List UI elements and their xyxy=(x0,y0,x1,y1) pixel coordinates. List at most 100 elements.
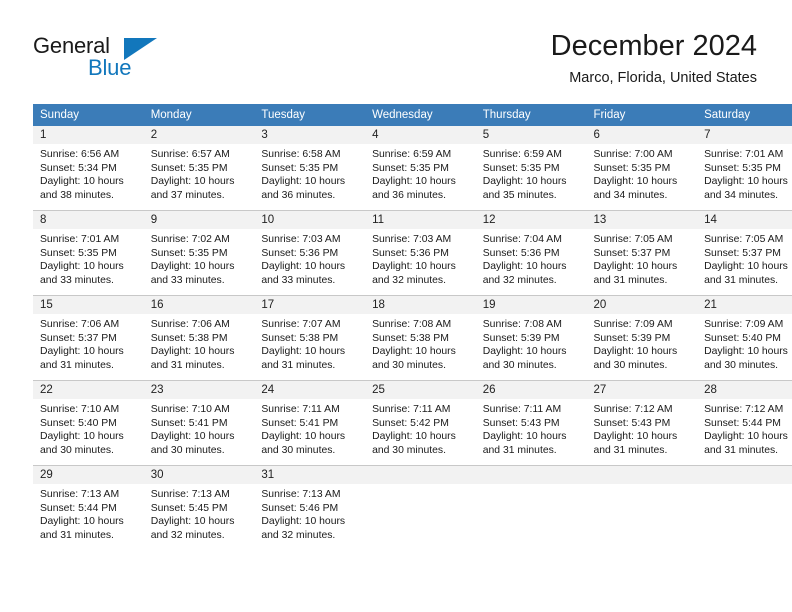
calendar-table: Sunday Monday Tuesday Wednesday Thursday… xyxy=(33,104,792,550)
sunrise-text: Sunrise: 7:11 AM xyxy=(372,404,451,415)
day-cell[interactable]: 20 Sunrise: 7:09 AM Sunset: 5:39 PM Dayl… xyxy=(586,295,698,381)
daylight-text-1: Daylight: 10 hours xyxy=(593,261,678,273)
daylight-text-2: and 36 minutes. xyxy=(372,189,446,201)
daylight-text-2: and 33 minutes. xyxy=(261,274,336,286)
day-cell[interactable]: 26 Sunrise: 7:11 AM Sunset: 5:43 PM Dayl… xyxy=(475,380,587,466)
calendar-week-row: 1 Sunrise: 6:56 AM Sunset: 5:34 PM Dayli… xyxy=(33,126,792,211)
calendar-week-row: 15 Sunrise: 7:06 AM Sunset: 5:37 PM Dayl… xyxy=(33,295,792,381)
weekday-header-wednesday: Wednesday xyxy=(365,104,476,126)
daylight-text-1: Daylight: 10 hours xyxy=(593,176,678,188)
general-blue-logo[interactable]: General Blue xyxy=(33,34,213,84)
day-cell[interactable]: 16 Sunrise: 7:06 AM Sunset: 5:38 PM Dayl… xyxy=(143,295,255,381)
day-details: Sunrise: 7:10 AM Sunset: 5:41 PM Dayligh… xyxy=(144,399,255,457)
day-cell[interactable]: 22 Sunrise: 7:10 AM Sunset: 5:40 PM Dayl… xyxy=(33,380,144,466)
daylight-text-2: and 31 minutes. xyxy=(704,274,779,286)
day-details: Sunrise: 7:08 AM Sunset: 5:38 PM Dayligh… xyxy=(365,314,476,372)
day-cell[interactable]: 18 Sunrise: 7:08 AM Sunset: 5:38 PM Dayl… xyxy=(365,295,476,381)
day-details: Sunrise: 7:11 AM Sunset: 5:41 PM Dayligh… xyxy=(254,399,365,457)
sunrise-text: Sunrise: 6:58 AM xyxy=(261,149,341,160)
sunset-text: Sunset: 5:37 PM xyxy=(704,247,781,259)
day-cell[interactable]: 25 Sunrise: 7:11 AM Sunset: 5:42 PM Dayl… xyxy=(365,380,476,466)
daylight-text-1: Daylight: 10 hours xyxy=(40,516,124,528)
calendar-header-row: Sunday Monday Tuesday Wednesday Thursday… xyxy=(33,104,792,126)
day-cell[interactable]: 21 Sunrise: 7:09 AM Sunset: 5:40 PM Dayl… xyxy=(697,295,792,381)
day-details: Sunrise: 7:11 AM Sunset: 5:42 PM Dayligh… xyxy=(365,399,476,457)
day-details: Sunrise: 7:11 AM Sunset: 5:43 PM Dayligh… xyxy=(476,399,587,457)
sunset-text: Sunset: 5:39 PM xyxy=(482,332,560,344)
sunrise-text: Sunrise: 7:11 AM xyxy=(482,404,562,415)
day-cell[interactable]: 27 Sunrise: 7:12 AM Sunset: 5:43 PM Dayl… xyxy=(586,380,698,466)
day-cell[interactable]: 4 Sunrise: 6:59 AM Sunset: 5:35 PM Dayli… xyxy=(365,126,476,211)
day-cell[interactable]: 10 Sunrise: 7:03 AM Sunset: 5:36 PM Dayl… xyxy=(254,210,366,296)
day-cell[interactable]: 11 Sunrise: 7:03 AM Sunset: 5:36 PM Dayl… xyxy=(365,210,476,296)
day-number: 8 xyxy=(33,211,144,229)
day-number xyxy=(475,466,587,484)
day-details: Sunrise: 7:05 AM Sunset: 5:37 PM Dayligh… xyxy=(586,229,697,287)
sunset-text: Sunset: 5:35 PM xyxy=(150,162,228,174)
day-cell[interactable]: 23 Sunrise: 7:10 AM Sunset: 5:41 PM Dayl… xyxy=(143,380,255,466)
day-number: 25 xyxy=(365,381,476,399)
sunrise-text: Sunrise: 7:04 AM xyxy=(482,234,562,245)
day-number: 29 xyxy=(33,466,144,484)
sunset-text: Sunset: 5:35 PM xyxy=(704,162,781,174)
day-cell[interactable]: 14 Sunrise: 7:05 AM Sunset: 5:37 PM Dayl… xyxy=(697,210,792,296)
day-cell[interactable]: 24 Sunrise: 7:11 AM Sunset: 5:41 PM Dayl… xyxy=(254,380,366,466)
daylight-text-1: Daylight: 10 hours xyxy=(40,346,124,358)
day-cell[interactable]: 6 Sunrise: 7:00 AM Sunset: 5:35 PM Dayli… xyxy=(586,126,698,211)
day-cell[interactable]: 12 Sunrise: 7:04 AM Sunset: 5:36 PM Dayl… xyxy=(475,210,587,296)
day-cell[interactable]: 3 Sunrise: 6:58 AM Sunset: 5:35 PM Dayli… xyxy=(254,126,366,211)
daylight-text-2: and 33 minutes. xyxy=(40,274,114,286)
day-cell[interactable]: 15 Sunrise: 7:06 AM Sunset: 5:37 PM Dayl… xyxy=(33,295,144,381)
day-cell[interactable]: 29 Sunrise: 7:13 AM Sunset: 5:44 PM Dayl… xyxy=(33,466,144,551)
sunset-text: Sunset: 5:43 PM xyxy=(593,417,671,429)
day-cell[interactable]: 5 Sunrise: 6:59 AM Sunset: 5:35 PM Dayli… xyxy=(475,126,587,211)
day-details: Sunrise: 7:02 AM Sunset: 5:35 PM Dayligh… xyxy=(144,229,255,287)
page-title: December 2024 xyxy=(550,30,757,62)
day-details: Sunrise: 6:56 AM Sunset: 5:34 PM Dayligh… xyxy=(33,144,144,202)
sunrise-text: Sunrise: 7:01 AM xyxy=(704,149,784,160)
daylight-text-1: Daylight: 10 hours xyxy=(40,431,124,443)
daylight-text-2: and 38 minutes. xyxy=(40,189,114,201)
day-details: Sunrise: 7:13 AM Sunset: 5:44 PM Dayligh… xyxy=(33,484,144,542)
day-number xyxy=(365,466,476,484)
day-number: 14 xyxy=(697,211,792,229)
day-cell[interactable]: 7 Sunrise: 7:01 AM Sunset: 5:35 PM Dayli… xyxy=(697,126,792,211)
day-cell[interactable]: 31 Sunrise: 7:13 AM Sunset: 5:46 PM Dayl… xyxy=(254,466,366,551)
day-cell[interactable]: 1 Sunrise: 6:56 AM Sunset: 5:34 PM Dayli… xyxy=(33,126,144,211)
daylight-text-2: and 31 minutes. xyxy=(482,444,557,456)
day-cell[interactable]: 28 Sunrise: 7:12 AM Sunset: 5:44 PM Dayl… xyxy=(697,380,792,466)
sunset-text: Sunset: 5:35 PM xyxy=(150,247,228,259)
sunrise-text: Sunrise: 7:02 AM xyxy=(150,234,230,245)
weekday-header-tuesday: Tuesday xyxy=(254,104,366,126)
daylight-text-2: and 30 minutes. xyxy=(704,359,779,371)
day-number: 13 xyxy=(586,211,698,229)
day-number: 3 xyxy=(254,126,366,144)
day-cell[interactable]: 30 Sunrise: 7:13 AM Sunset: 5:45 PM Dayl… xyxy=(143,466,255,551)
logo-text-blue: Blue xyxy=(88,55,132,80)
day-cell[interactable]: 13 Sunrise: 7:05 AM Sunset: 5:37 PM Dayl… xyxy=(586,210,698,296)
calendar-grid: Sunday Monday Tuesday Wednesday Thursday… xyxy=(33,104,792,550)
daylight-text-1: Daylight: 10 hours xyxy=(261,176,346,188)
day-number: 4 xyxy=(365,126,476,144)
sunrise-text: Sunrise: 7:10 AM xyxy=(40,404,120,415)
sunrise-text: Sunrise: 7:08 AM xyxy=(372,319,452,330)
calendar-body: 1 Sunrise: 6:56 AM Sunset: 5:34 PM Dayli… xyxy=(33,126,792,550)
day-cell[interactable]: 19 Sunrise: 7:08 AM Sunset: 5:39 PM Dayl… xyxy=(475,295,587,381)
daylight-text-1: Daylight: 10 hours xyxy=(150,176,235,188)
day-details: Sunrise: 7:03 AM Sunset: 5:36 PM Dayligh… xyxy=(254,229,365,287)
sunrise-text: Sunrise: 7:09 AM xyxy=(593,319,673,330)
day-number: 11 xyxy=(365,211,476,229)
sunrise-text: Sunrise: 6:59 AM xyxy=(372,149,452,160)
day-cell[interactable]: 2 Sunrise: 6:57 AM Sunset: 5:35 PM Dayli… xyxy=(143,126,255,211)
day-number: 16 xyxy=(143,296,255,314)
sunset-text: Sunset: 5:39 PM xyxy=(593,332,671,344)
weekday-header-thursday: Thursday xyxy=(475,104,587,126)
day-details: Sunrise: 7:12 AM Sunset: 5:43 PM Dayligh… xyxy=(586,399,697,457)
daylight-text-2: and 35 minutes. xyxy=(482,189,557,201)
day-cell[interactable]: 8 Sunrise: 7:01 AM Sunset: 5:35 PM Dayli… xyxy=(33,210,144,296)
day-cell[interactable]: 17 Sunrise: 7:07 AM Sunset: 5:38 PM Dayl… xyxy=(254,295,366,381)
sunset-text: Sunset: 5:44 PM xyxy=(40,502,117,514)
day-number: 5 xyxy=(475,126,587,144)
day-cell[interactable]: 9 Sunrise: 7:02 AM Sunset: 5:35 PM Dayli… xyxy=(143,210,255,296)
daylight-text-2: and 32 minutes. xyxy=(372,274,446,286)
